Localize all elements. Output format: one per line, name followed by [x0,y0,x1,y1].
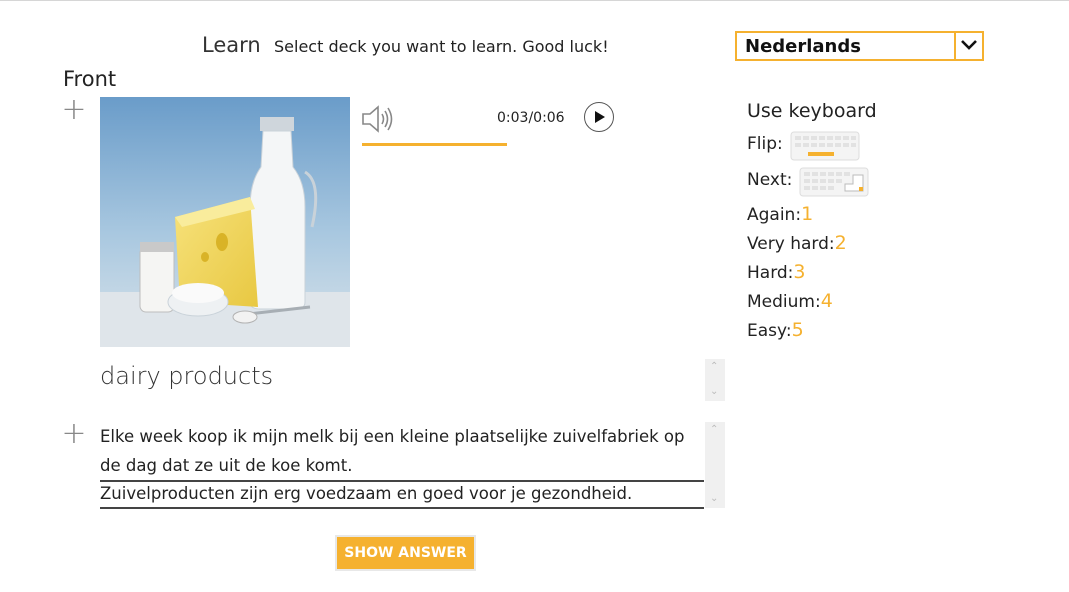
hard-label: Hard: [747,263,794,283]
audio-time: 0:03/0:06 [497,110,565,126]
play-icon [595,111,605,123]
flip-shortcut-label: Flip: [747,134,783,154]
hard-shortcut: Hard:3 [747,261,806,283]
keyboard-spacebar-icon [790,131,860,165]
very-hard-label: Very hard: [747,234,835,254]
card-image [100,97,350,347]
scroll-down-icon[interactable]: ⌄ [710,386,718,397]
medium-key: 4 [820,290,833,312]
keyboard-title: Use keyboard [747,100,877,122]
again-label: Again: [747,205,802,225]
very-hard-key: 2 [834,232,847,254]
page-subtitle: Select deck you want to learn. Good luck… [274,37,609,56]
speaker-icon[interactable] [360,104,396,138]
keyboard-enter-icon [799,167,869,201]
play-button[interactable] [584,102,614,132]
top-divider [0,0,1069,1]
next-shortcut-label: Next: [747,170,793,190]
easy-key: 5 [791,319,804,341]
scroll-down-icon[interactable]: ⌄ [710,493,718,504]
chevron-down-icon[interactable] [954,33,982,59]
card-word: dairy products [100,362,274,390]
easy-label: Easy: [747,321,792,341]
example-sentence-1: Elke week koop ik mijn melk bij een klei… [100,422,704,482]
word-scrollbar[interactable]: ⌃ ⌄ [705,359,725,401]
audio-progress-bar[interactable] [362,143,507,146]
card-side-label: Front [63,67,117,91]
language-select-value: Nederlands [745,36,861,57]
again-shortcut: Again:1 [747,203,813,225]
add-image-plus-icon[interactable]: + [61,95,87,125]
again-key: 1 [801,203,814,225]
example-sentence-2: Zuivelproducten zijn erg voedzaam en goe… [100,480,704,509]
sentences-scrollbar[interactable]: ⌃ ⌄ [705,422,725,508]
scroll-up-icon[interactable]: ⌃ [710,424,718,435]
show-answer-button[interactable]: SHOW ANSWER [335,535,476,571]
page-title: Learn [202,33,261,57]
very-hard-shortcut: Very hard:2 [747,232,847,254]
easy-shortcut: Easy:5 [747,319,804,341]
hard-key: 3 [793,261,806,283]
add-sentence-plus-icon[interactable]: + [61,419,87,449]
medium-label: Medium: [747,292,821,312]
scroll-up-icon[interactable]: ⌃ [710,361,718,372]
medium-shortcut: Medium:4 [747,290,833,312]
language-select[interactable]: Nederlands [735,31,984,61]
